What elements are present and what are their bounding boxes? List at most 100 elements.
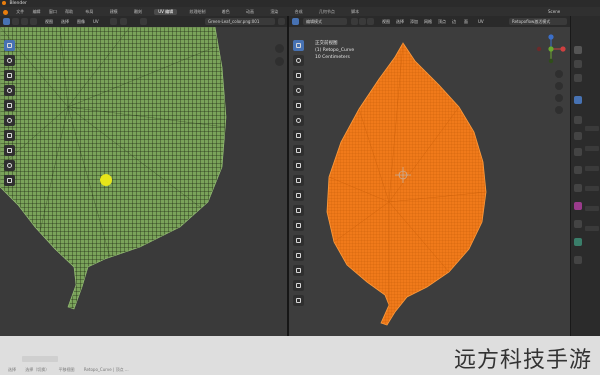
vp-menu-uv[interactable]: UV: [475, 18, 487, 25]
tool-grab-icon[interactable]: [4, 145, 15, 156]
vp-tool-rotate-icon[interactable]: [293, 85, 304, 96]
vp-menu-face[interactable]: 面: [461, 18, 471, 25]
vert-mode-icon[interactable]: [351, 18, 358, 25]
workspace-tab-rendering[interactable]: 渲染: [266, 9, 282, 15]
tool-relax-icon[interactable]: [4, 160, 15, 171]
pivot-icon[interactable]: [110, 18, 117, 25]
face-mode-icon[interactable]: [367, 18, 374, 25]
workspace-tab-modeling[interactable]: 建模: [106, 9, 122, 15]
workspace-tab-texture-paint[interactable]: 纹理绘制: [185, 9, 209, 15]
vp-tool-loopcut-icon[interactable]: [293, 220, 304, 231]
blender-menu-icon[interactable]: [3, 9, 8, 15]
prop-field[interactable]: [585, 206, 599, 211]
prop-field[interactable]: [585, 146, 599, 151]
vp-menu-mesh[interactable]: 网格: [421, 18, 435, 25]
prop-tab-texture-icon[interactable]: [574, 220, 582, 228]
workspace-tab-uv-editing[interactable]: UV 编辑: [154, 9, 178, 15]
menu-file[interactable]: 文件: [16, 9, 24, 14]
vp-tool-scale-icon[interactable]: [293, 100, 304, 111]
vp-menu-select[interactable]: 选择: [393, 18, 407, 25]
vp-zoom-icon[interactable]: [555, 70, 563, 78]
vp-tool-select-icon[interactable]: [293, 40, 304, 51]
vp-menu-vertex[interactable]: 顶点: [435, 18, 449, 25]
menu-edit[interactable]: 编辑: [33, 9, 41, 14]
tool-pinch-icon[interactable]: [4, 175, 15, 186]
vp-tool-spin-icon[interactable]: [293, 265, 304, 276]
mesh-leaf-object[interactable]: [326, 42, 487, 326]
prop-tab-output-icon[interactable]: [574, 74, 582, 82]
prop-field[interactable]: [585, 126, 599, 131]
prop-field[interactable]: [585, 166, 599, 171]
workspace-tab-shading[interactable]: 着色: [218, 9, 234, 15]
prop-field[interactable]: [585, 226, 599, 231]
tool-transform-icon[interactable]: [4, 115, 15, 126]
tool-cursor-icon[interactable]: [4, 55, 15, 66]
prop-tab-particles-icon[interactable]: [574, 132, 582, 140]
3d-viewport-canvas[interactable]: [289, 27, 570, 336]
prop-tab-material-icon[interactable]: [574, 202, 582, 210]
workspace-tab-sculpting[interactable]: 雕刻: [130, 9, 146, 15]
vp-tool-polybuild-icon[interactable]: [293, 250, 304, 261]
vp-tool-move-icon[interactable]: [293, 70, 304, 81]
vp-camera-icon[interactable]: [555, 94, 563, 102]
viewport-editor-type-icon[interactable]: [292, 18, 299, 25]
mode-selector[interactable]: 编辑模式: [303, 18, 347, 25]
prop-tab-physics-icon[interactable]: [574, 148, 582, 156]
vp-tool-annotate-icon[interactable]: [293, 130, 304, 141]
tool-annotate-icon[interactable]: [4, 130, 15, 141]
menu-window[interactable]: 窗口: [49, 9, 57, 14]
tool-rotate-icon[interactable]: [4, 85, 15, 96]
retopoflow-selector[interactable]: Retopoflow激活模式: [509, 18, 567, 25]
snap-icon[interactable]: [120, 18, 127, 25]
edge-mode-icon[interactable]: [359, 18, 366, 25]
image-close-icon[interactable]: [278, 18, 285, 25]
vp-menu-edge[interactable]: 边: [449, 18, 459, 25]
vp-perspective-icon[interactable]: [555, 106, 563, 114]
uv-cursor-highlight[interactable]: [100, 174, 112, 186]
vp-tool-add-cube-icon[interactable]: [293, 160, 304, 171]
editor-type-icon[interactable]: [3, 18, 10, 25]
prop-tab-object-icon[interactable]: [574, 96, 582, 104]
prop-tab-world-icon[interactable]: [574, 238, 582, 246]
uv-zoom-icon[interactable]: [275, 44, 284, 53]
prop-tab-scene-icon[interactable]: [574, 256, 582, 264]
navigation-gizmo-icon[interactable]: [536, 34, 566, 64]
vp-tool-cursor-icon[interactable]: [293, 55, 304, 66]
tool-select-icon[interactable]: [4, 40, 15, 51]
prop-tab-render-icon[interactable]: [574, 60, 582, 68]
vp-tool-transform-icon[interactable]: [293, 115, 304, 126]
image-selector[interactable]: Green-Leaf_color.png:001: [205, 18, 275, 25]
prop-tab-constraints-icon[interactable]: [574, 166, 582, 174]
vp-tool-knife-icon[interactable]: [293, 235, 304, 246]
vp-tool-inset-icon[interactable]: [293, 190, 304, 201]
tool-scale-icon[interactable]: [4, 100, 15, 111]
vp-tool-smooth-icon[interactable]: [293, 280, 304, 291]
prop-tab-data-icon[interactable]: [574, 184, 582, 192]
uv-menu-view[interactable]: 视图: [42, 18, 56, 25]
vp-tool-extrude-icon[interactable]: [293, 175, 304, 186]
prop-tab-tool-icon[interactable]: [574, 46, 582, 54]
vp-tool-shear-icon[interactable]: [293, 295, 304, 306]
edge-select-icon[interactable]: [30, 18, 37, 25]
proportional-icon[interactable]: [140, 18, 147, 25]
uv-menu-uv[interactable]: UV: [90, 18, 102, 25]
workspace-tab-compositing[interactable]: 合成: [291, 9, 307, 15]
workspace-tab-geometry-nodes[interactable]: 几何节点: [315, 9, 339, 15]
prop-tab-modifier-icon[interactable]: [574, 116, 582, 124]
vp-tool-bevel-icon[interactable]: [293, 205, 304, 216]
prop-field[interactable]: [585, 186, 599, 191]
uv-editor-canvas[interactable]: [0, 27, 287, 336]
scene-name[interactable]: Scene: [548, 7, 560, 16]
menu-help[interactable]: 帮助: [65, 9, 73, 14]
vp-pan-icon[interactable]: [555, 82, 563, 90]
uv-menu-select[interactable]: 选择: [58, 18, 72, 25]
workspace-tab-layout[interactable]: 布局: [81, 9, 97, 15]
uv-pan-icon[interactable]: [275, 57, 284, 66]
uv-sync-icon[interactable]: [12, 18, 19, 25]
vp-menu-view[interactable]: 视图: [379, 18, 393, 25]
workspace-tab-animation[interactable]: 动画: [242, 9, 258, 15]
vp-menu-add[interactable]: 添加: [407, 18, 421, 25]
vertex-select-icon[interactable]: [21, 18, 28, 25]
workspace-tab-scripting[interactable]: 脚本: [347, 9, 363, 15]
vp-tool-measure-icon[interactable]: [293, 145, 304, 156]
